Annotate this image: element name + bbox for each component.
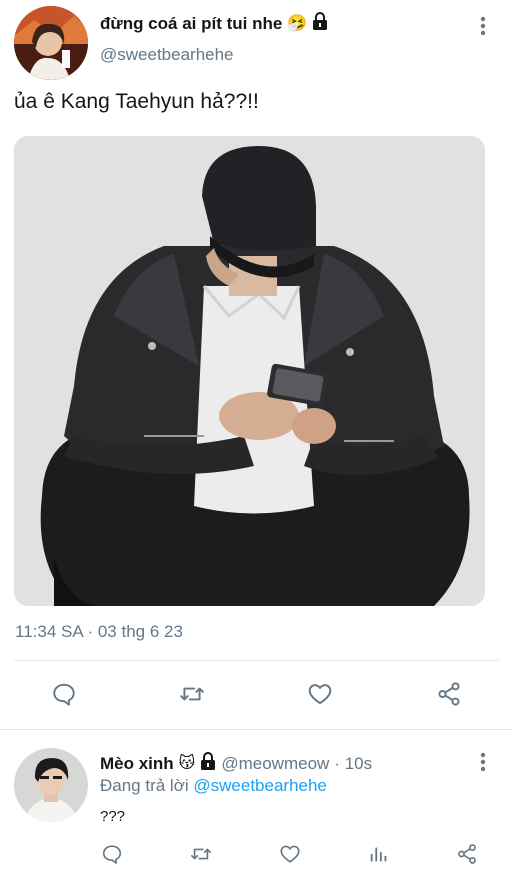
retweet-icon[interactable]	[177, 679, 207, 709]
replying-to-line: Đang trả lời @sweetbearhehe	[100, 776, 327, 796]
reply-author-row: Mèo xinh 😽 @meowmeow · 10s	[100, 752, 372, 775]
reply-text: ???	[100, 808, 126, 825]
like-icon[interactable]	[277, 841, 303, 867]
reply-time: · 10s	[334, 753, 373, 773]
tweet-timestamp[interactable]: 11:34 SA · 03 thg 6 23	[15, 622, 183, 642]
reply-icon[interactable]	[99, 841, 125, 867]
lock-icon	[200, 752, 216, 775]
more-options-icon[interactable]	[474, 14, 492, 38]
reply-name-emoji: 😽	[178, 754, 196, 772]
tweet-text: ủa ê Kang Taehyun hả??!!	[14, 90, 259, 113]
tweet-handle[interactable]: @sweetbearhehe	[100, 45, 234, 65]
share-icon[interactable]	[454, 841, 480, 867]
reply-avatar[interactable]	[14, 748, 88, 822]
reply-handle[interactable]: @meowmeow	[221, 754, 329, 774]
reply-more-options-icon[interactable]	[474, 750, 492, 774]
avatar[interactable]	[14, 6, 88, 80]
share-icon[interactable]	[434, 679, 464, 709]
replying-to-label: Đang trả lời	[100, 776, 189, 795]
like-icon[interactable]	[305, 679, 335, 709]
name-emoji: 🤧	[287, 14, 308, 32]
divider	[14, 660, 499, 661]
analytics-icon[interactable]	[366, 841, 392, 867]
divider	[0, 729, 513, 730]
reply-icon[interactable]	[49, 679, 79, 709]
tweet-media-photo[interactable]	[14, 136, 485, 606]
reply-display-name[interactable]: Mèo xinh	[100, 754, 174, 774]
tweet-author-row: đừng coá ai pít tui nhe 🤧	[100, 12, 328, 35]
lock-icon	[312, 12, 328, 35]
replying-to-mention[interactable]: @sweetbearhehe	[193, 776, 327, 795]
retweet-icon[interactable]	[188, 841, 214, 867]
display-name[interactable]: đừng coá ai pít tui nhe	[100, 14, 282, 34]
